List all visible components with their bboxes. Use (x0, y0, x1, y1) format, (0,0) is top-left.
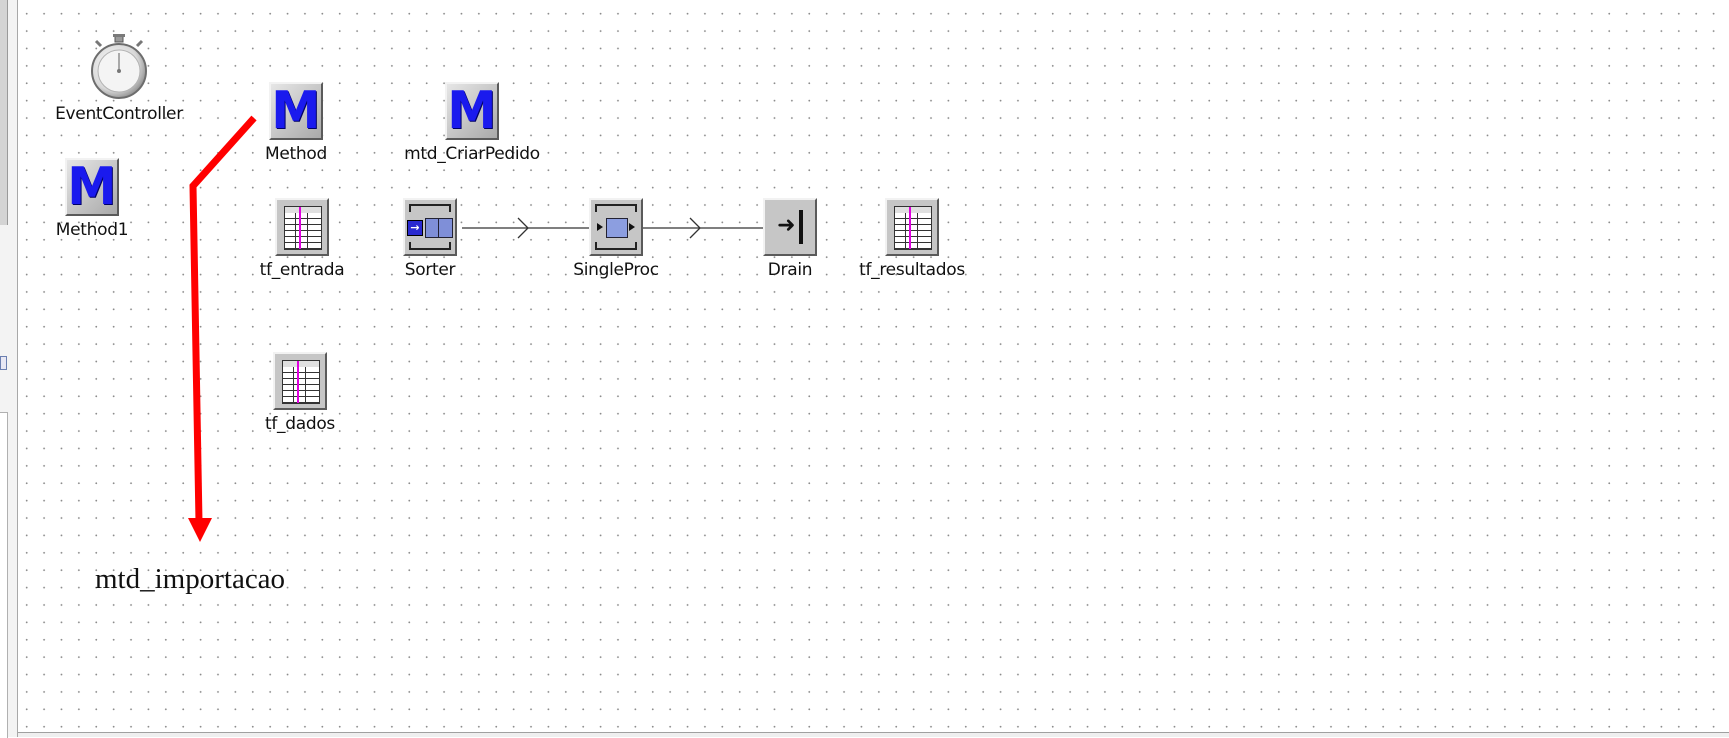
tf-resultados-object[interactable]: tf_resultados (856, 198, 968, 280)
object-label: Method (265, 144, 327, 164)
mtd-criar-pedido-object[interactable]: M mtd_CriarPedido (394, 82, 550, 164)
tf-entrada-object[interactable]: tf_entrada (254, 198, 350, 280)
table-file-icon (275, 198, 329, 256)
object-label: tf_dados (264, 414, 335, 434)
table-file-icon (273, 352, 327, 410)
frame-bottom-border (18, 732, 1729, 737)
object-label: tf_resultados (859, 260, 965, 280)
table-file-icon (885, 198, 939, 256)
drain-object[interactable]: ➜ Drain (749, 198, 831, 280)
left-panel-edge (0, 0, 18, 738)
object-label: SingleProc (573, 260, 659, 280)
method-object[interactable]: M Method (254, 82, 338, 164)
method1-object[interactable]: M Method1 (44, 158, 140, 240)
drain-icon: ➜ (763, 198, 817, 256)
event-controller-object[interactable]: EventController (52, 34, 186, 124)
collapse-handle[interactable] (0, 356, 7, 370)
method-icon: M (445, 82, 499, 140)
single-proc-icon (589, 198, 643, 256)
left-panel-pane (0, 412, 8, 738)
object-label: mtd_CriarPedido (404, 144, 540, 164)
single-proc-object[interactable]: SingleProc (570, 198, 662, 280)
method-icon: M (269, 82, 323, 140)
object-label: EventController (55, 104, 183, 124)
object-label: Method1 (55, 220, 129, 240)
stopwatch-icon (91, 34, 147, 99)
object-label: Drain (767, 260, 813, 280)
annotation-text: mtd_importacao (95, 563, 286, 595)
method-icon: M (65, 158, 119, 216)
tf-dados-object[interactable]: tf_dados (254, 352, 346, 434)
sorter-icon: → (403, 198, 457, 256)
object-label: Sorter (404, 260, 456, 280)
left-panel-strip (0, 0, 8, 225)
sorter-object[interactable]: → Sorter (394, 198, 466, 280)
object-label: tf_entrada (259, 260, 345, 280)
